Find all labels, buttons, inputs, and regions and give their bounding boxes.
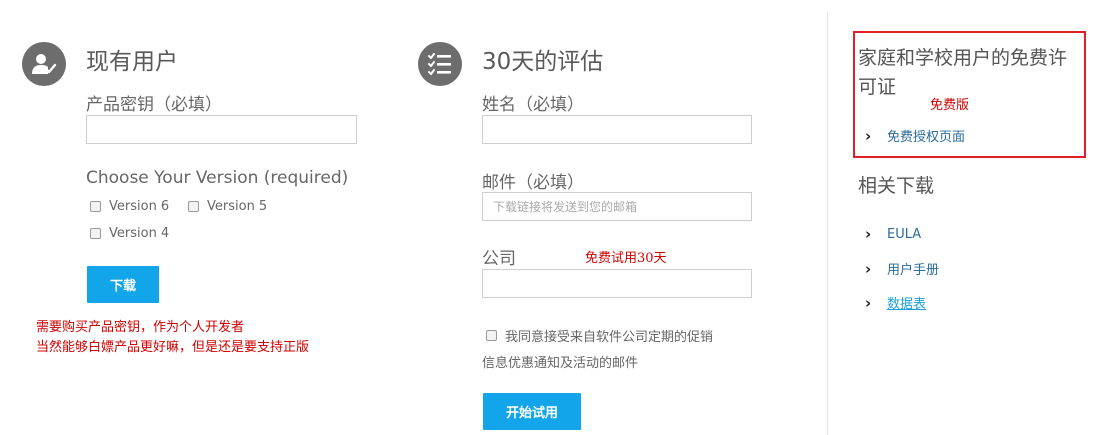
trial-annotation: 免费试用30天 <box>585 251 667 266</box>
name-input[interactable] <box>482 115 752 144</box>
name-label: 姓名（必填） <box>482 95 584 115</box>
version-6-label: Version 6 <box>109 199 170 214</box>
consent-option[interactable]: 我同意接受来自软件公司定期的促销 <box>486 326 713 345</box>
version-6-checkbox[interactable] <box>90 201 101 212</box>
free-version-annotation: 免费版 <box>930 98 970 113</box>
version-6-option[interactable]: Version 6 <box>90 199 169 214</box>
user-manual-link-row[interactable]: › 用户手册 <box>865 259 939 279</box>
annotation-note-line1: 需要购买产品密钥，作为个人开发者 <box>36 320 245 335</box>
datasheet-link-row[interactable]: › 数据表 <box>865 293 926 313</box>
version-label: Choose Your Version (required) <box>86 168 349 188</box>
version-4-label: Version 4 <box>109 226 170 241</box>
annotation-note-line2: 当然能够白嫖产品更好嘛，但是还是要支持正版 <box>36 340 310 355</box>
trial-title: 30天的评估 <box>482 49 604 75</box>
chevron-right-icon: › <box>865 293 872 312</box>
checklist-icon <box>418 42 462 86</box>
user-check-icon <box>22 42 66 86</box>
datasheet-link[interactable]: 数据表 <box>887 293 926 312</box>
free-license-link-row[interactable]: › 免费授权页面 <box>865 126 965 146</box>
chevron-right-icon: › <box>865 225 872 243</box>
email-label: 邮件（必填） <box>482 173 584 193</box>
version-5-checkbox[interactable] <box>188 201 199 212</box>
free-license-link[interactable]: 免费授权页面 <box>887 126 965 145</box>
email-input[interactable] <box>482 192 752 221</box>
free-license-title-line1: 家庭和学校用户的免费许 <box>858 47 1068 69</box>
download-button[interactable]: 下载 <box>87 266 159 303</box>
company-label: 公司 <box>482 249 516 269</box>
eula-link-row[interactable]: › EULA <box>865 225 921 243</box>
chevron-right-icon: › <box>865 126 872 145</box>
eula-link[interactable]: EULA <box>887 227 921 242</box>
related-downloads-title: 相关下载 <box>858 175 935 197</box>
chevron-right-icon: › <box>865 259 872 278</box>
consent-label-line2: 信息优惠通知及活动的邮件 <box>482 356 639 371</box>
consent-checkbox[interactable] <box>486 330 497 341</box>
version-4-checkbox[interactable] <box>90 228 101 239</box>
version-5-option[interactable]: Version 5 <box>188 199 267 214</box>
existing-user-title: 现有用户 <box>86 49 178 75</box>
user-manual-link[interactable]: 用户手册 <box>887 259 939 278</box>
start-trial-button[interactable]: 开始试用 <box>483 393 581 430</box>
company-input[interactable] <box>482 269 752 298</box>
column-divider <box>827 12 828 435</box>
version-5-label: Version 5 <box>207 199 268 214</box>
free-license-title-line2: 可证 <box>858 76 897 98</box>
product-key-input[interactable] <box>86 115 357 144</box>
free-license-title: 家庭和学校用户的免费许 可证 <box>858 44 1082 102</box>
consent-label-line1: 我同意接受来自软件公司定期的促销 <box>505 330 714 345</box>
version-4-option[interactable]: Version 4 <box>90 226 169 241</box>
product-key-label: 产品密钥（必填） <box>86 95 222 115</box>
